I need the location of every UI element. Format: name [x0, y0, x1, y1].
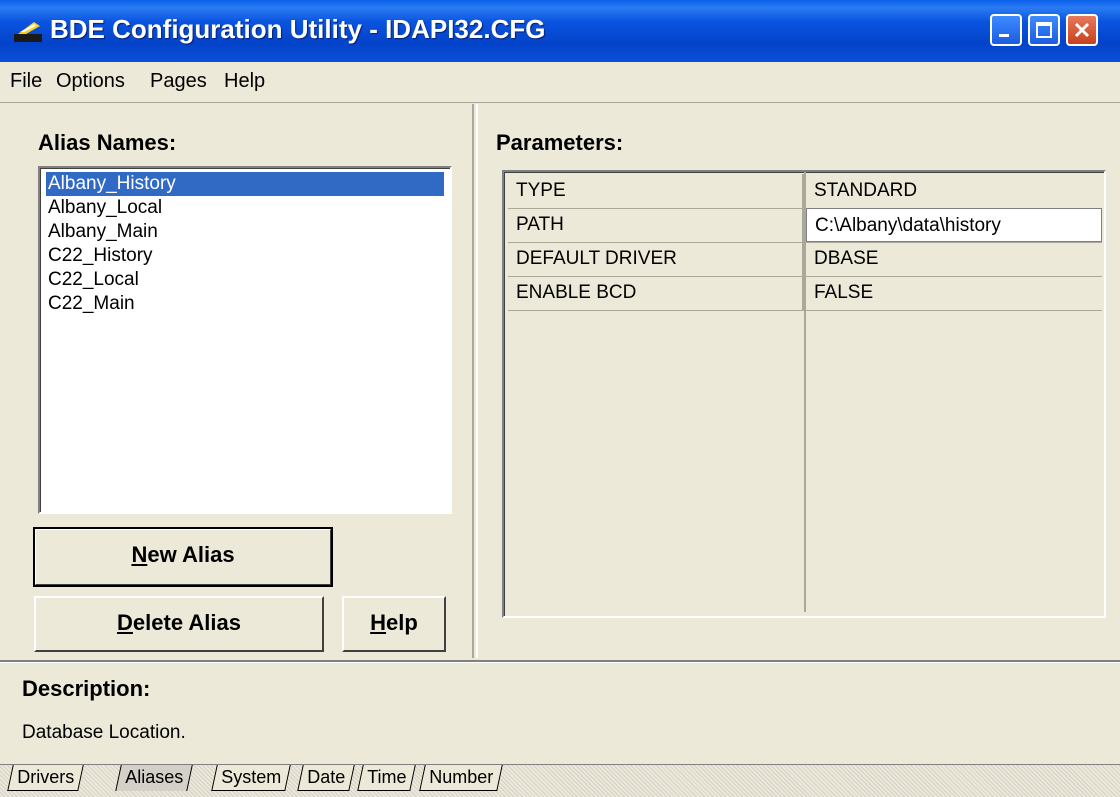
parameters-grid[interactable]: TYPE STANDARD PATH C:\Albany\data\histor…: [502, 170, 1106, 618]
alias-item[interactable]: C22_Main: [46, 292, 135, 316]
param-row[interactable]: TYPE STANDARD: [508, 174, 1102, 209]
delete-alias-label: elete Alias: [132, 610, 241, 635]
maximize-button[interactable]: [1028, 14, 1060, 46]
param-name: DEFAULT DRIVER: [508, 242, 804, 276]
param-name: ENABLE BCD: [508, 276, 804, 310]
tab-label: Date: [307, 767, 346, 787]
tab-label: Drivers: [17, 767, 75, 787]
tab-label: Aliases: [125, 767, 184, 787]
minimize-button[interactable]: [990, 14, 1022, 46]
param-value-editor[interactable]: C:\Albany\data\history: [806, 208, 1102, 242]
tab-label: System: [221, 767, 282, 787]
menu-help[interactable]: Help: [224, 70, 265, 93]
title-bar[interactable]: BDE Configuration Utility - IDAPI32.CFG: [0, 0, 1120, 62]
tab-label: Time: [367, 767, 407, 787]
new-alias-button[interactable]: New Alias: [33, 527, 333, 587]
maximize-icon: [1036, 22, 1052, 38]
description-text: Database Location.: [22, 722, 186, 743]
minimize-icon: [999, 34, 1009, 37]
new-alias-accel: N: [131, 542, 148, 567]
param-value[interactable]: STANDARD: [806, 174, 1102, 208]
alias-item[interactable]: Albany_Local: [46, 196, 162, 220]
new-alias-label: ew Alias: [147, 542, 235, 567]
tab-drivers[interactable]: Drivers: [7, 765, 84, 791]
alias-list[interactable]: Albany_History Albany_Local Albany_Main …: [38, 166, 452, 514]
description-label: Description:: [22, 676, 151, 701]
param-name: TYPE: [508, 174, 804, 208]
tab-time[interactable]: Time: [357, 765, 417, 791]
alias-names-label: Alias Names:: [38, 130, 177, 155]
tab-system[interactable]: System: [211, 765, 291, 791]
tab-aliases[interactable]: Aliases: [115, 765, 193, 791]
alias-item[interactable]: C22_Local: [46, 268, 139, 292]
alias-item[interactable]: Albany_Main: [46, 220, 158, 244]
close-icon: [1074, 22, 1090, 38]
window-title: BDE Configuration Utility - IDAPI32.CFG: [50, 14, 546, 44]
description-divider: [0, 660, 1120, 663]
param-name: PATH: [508, 208, 804, 242]
param-value[interactable]: DBASE: [806, 242, 1102, 276]
aliases-panel: Alias Names: Albany_History Albany_Local…: [6, 104, 474, 658]
parameters-panel: Parameters: TYPE STANDARD PATH C:\Albany…: [476, 104, 1120, 658]
param-row[interactable]: PATH C:\Albany\data\history: [508, 208, 1102, 243]
alias-item[interactable]: C22_History: [46, 244, 153, 268]
menu-pages[interactable]: Pages: [150, 70, 207, 93]
close-button[interactable]: [1066, 14, 1098, 46]
help-button[interactable]: Help: [342, 596, 446, 652]
menu-options[interactable]: Options: [56, 70, 125, 93]
bde-app-icon[interactable]: [14, 20, 44, 44]
help-label: elp: [386, 610, 418, 635]
delete-alias-button[interactable]: Delete Alias: [34, 596, 324, 652]
menu-bar: File Options Pages Help: [0, 62, 1120, 103]
page-tabs: Drivers Aliases System Date Time Number: [0, 764, 1120, 797]
tab-date[interactable]: Date: [297, 765, 355, 791]
help-accel: H: [370, 610, 387, 635]
param-row[interactable]: ENABLE BCD FALSE: [508, 276, 1102, 311]
param-row[interactable]: DEFAULT DRIVER DBASE: [508, 242, 1102, 277]
delete-alias-accel: D: [117, 610, 133, 635]
parameters-label: Parameters:: [496, 130, 624, 155]
tab-label: Number: [429, 767, 494, 787]
tab-number[interactable]: Number: [419, 765, 503, 791]
menu-file[interactable]: File: [10, 70, 42, 93]
alias-item[interactable]: Albany_History: [46, 172, 444, 196]
param-value[interactable]: FALSE: [806, 276, 1102, 310]
